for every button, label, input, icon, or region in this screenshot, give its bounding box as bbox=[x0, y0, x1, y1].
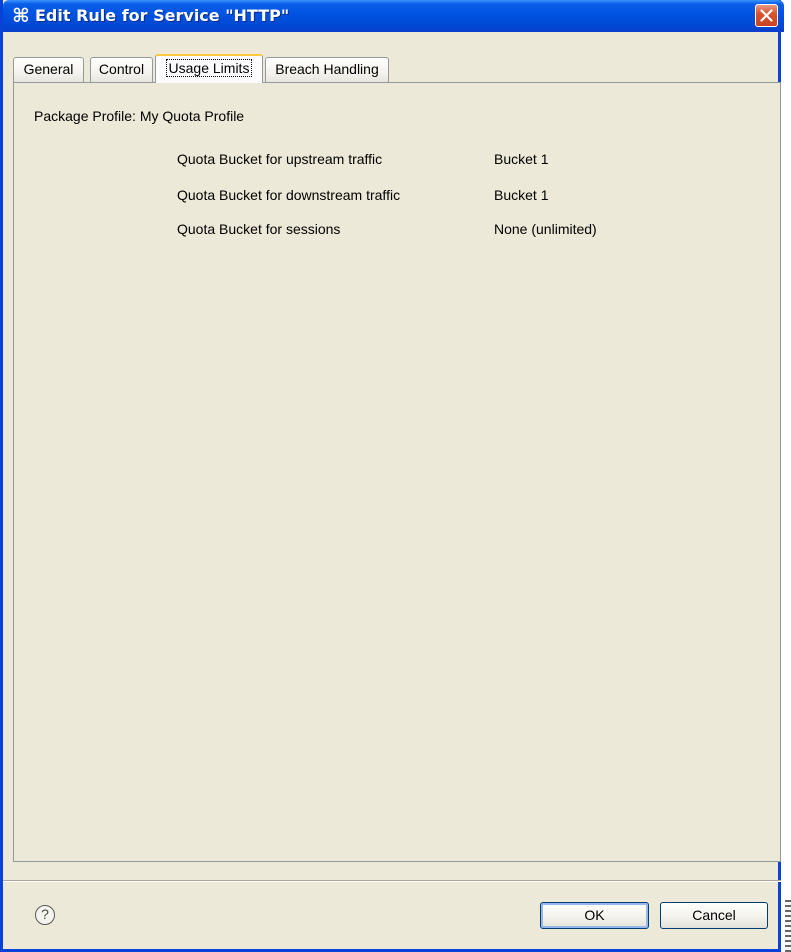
cancel-button[interactable]: Cancel bbox=[660, 902, 768, 929]
package-profile-label: Package Profile: My Quota Profile bbox=[34, 108, 245, 124]
edge-artifact bbox=[785, 900, 791, 952]
dialog-title: Edit Rule for Service "HTTP" bbox=[35, 6, 290, 25]
close-icon bbox=[760, 9, 773, 22]
ok-button[interactable]: OK bbox=[540, 902, 649, 929]
footer-divider bbox=[3, 880, 781, 882]
tab-breach-handling[interactable]: Breach Handling bbox=[265, 57, 389, 82]
cisco-scas-icon: ⌘ bbox=[12, 5, 30, 27]
tab-control-label: Control bbox=[98, 61, 145, 77]
upstream-bucket-label: Quota Bucket for upstream traffic bbox=[177, 151, 383, 167]
tab-breach-handling-label: Breach Handling bbox=[275, 61, 379, 77]
usage-limits-panel: Package Profile: My Quota Profile Quota … bbox=[13, 82, 781, 862]
tab-usage-limits-label: Usage Limits bbox=[165, 59, 253, 77]
tab-general-label: General bbox=[23, 61, 74, 77]
upstream-bucket-value: Bucket 1 bbox=[494, 151, 549, 167]
downstream-bucket-label: Quota Bucket for downstream traffic bbox=[177, 187, 401, 203]
sessions-bucket-label: Quota Bucket for sessions bbox=[177, 221, 341, 237]
tab-general[interactable]: General bbox=[13, 57, 84, 82]
tab-usage-limits[interactable]: Usage Limits bbox=[155, 54, 263, 83]
downstream-bucket-value: Bucket 1 bbox=[494, 187, 549, 203]
dialog-window: ⌘ Edit Rule for Service "HTTP" General C… bbox=[0, 0, 784, 952]
help-icon[interactable]: ? bbox=[35, 905, 55, 925]
sessions-bucket-value: None (unlimited) bbox=[494, 221, 597, 237]
tab-control[interactable]: Control bbox=[90, 57, 153, 82]
title-bar[interactable]: ⌘ Edit Rule for Service "HTTP" bbox=[3, 0, 784, 32]
close-button[interactable] bbox=[755, 4, 778, 27]
